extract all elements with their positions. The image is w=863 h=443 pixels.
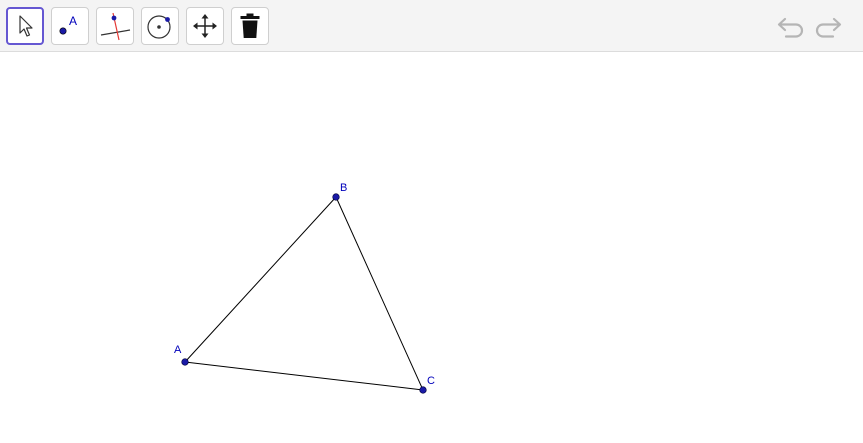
point-b-label: B bbox=[340, 182, 347, 194]
perpendicular-bisector-icon bbox=[100, 12, 131, 41]
graphics-view[interactable]: A B C bbox=[0, 53, 863, 443]
move-arrows-icon bbox=[193, 14, 217, 38]
point-tool-button[interactable]: A bbox=[51, 7, 89, 45]
point-icon: A bbox=[59, 14, 77, 35]
redo-button[interactable] bbox=[813, 13, 843, 41]
move-tool-button[interactable] bbox=[6, 7, 44, 45]
move-graphics-view-tool-button[interactable] bbox=[186, 7, 224, 45]
delete-tool-button[interactable] bbox=[231, 7, 269, 45]
point-c[interactable] bbox=[419, 386, 427, 394]
point-a[interactable] bbox=[181, 358, 189, 366]
segment-ab[interactable] bbox=[184, 196, 337, 363]
point-tool-label: A bbox=[69, 14, 77, 28]
segment-bc[interactable] bbox=[335, 196, 424, 391]
geometry-app: A A B C bbox=[0, 0, 863, 443]
perpendicular-bisector-tool-button[interactable] bbox=[96, 7, 134, 45]
point-a-label: A bbox=[174, 344, 182, 356]
segment-ca[interactable] bbox=[184, 361, 424, 391]
point-b[interactable] bbox=[332, 193, 340, 201]
point-c-label: C bbox=[427, 375, 435, 387]
circle-tool-button[interactable] bbox=[141, 7, 179, 45]
toolbar: A bbox=[0, 0, 863, 52]
cursor-arrow-icon bbox=[19, 15, 33, 37]
undo-icon bbox=[777, 17, 804, 38]
redo-icon bbox=[815, 17, 842, 38]
undo-button[interactable] bbox=[776, 13, 806, 41]
circle-with-center-icon bbox=[147, 15, 171, 39]
trash-icon bbox=[240, 13, 260, 38]
